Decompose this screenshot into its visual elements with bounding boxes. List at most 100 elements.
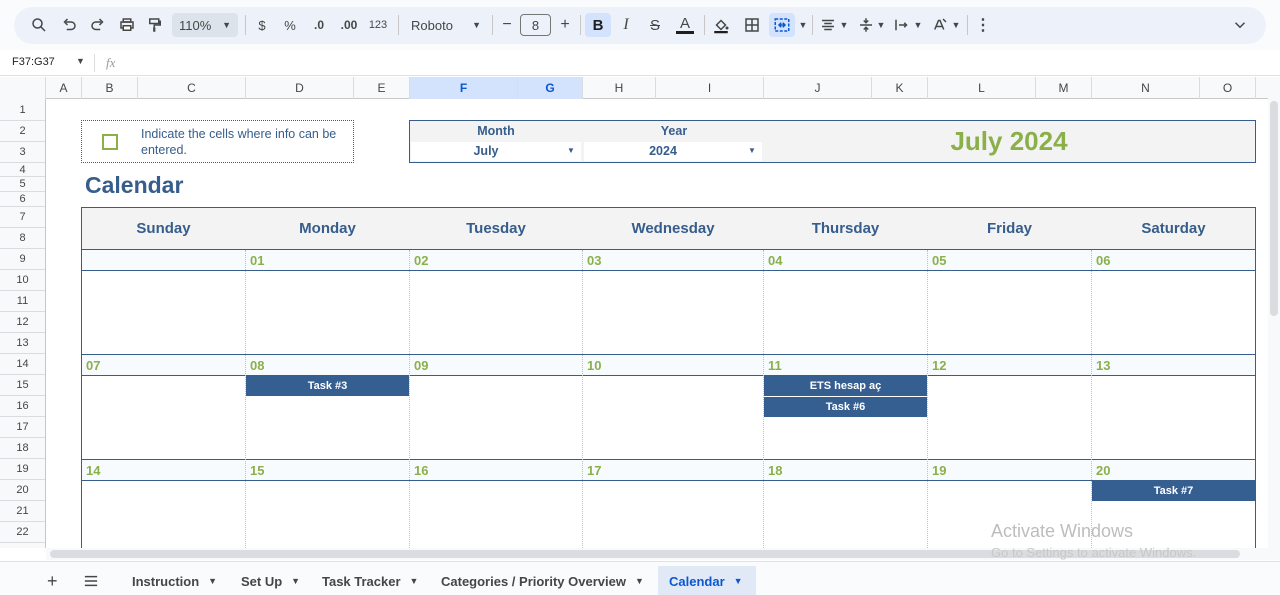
font-name: Roboto [411, 17, 453, 33]
vertical-scroll-thumb[interactable] [1270, 101, 1278, 316]
italic-icon[interactable]: I [615, 13, 637, 37]
column-header[interactable]: L [928, 77, 1036, 99]
sheet-tab-instruction[interactable]: Instruction ▼ [120, 566, 229, 595]
row-header[interactable]: 21 [0, 501, 45, 522]
select-all-corner[interactable] [0, 77, 46, 99]
sheet-tab-label: Categories / Priority Overview [441, 573, 626, 589]
redo-icon[interactable] [87, 13, 109, 37]
year-value: 2024 [649, 144, 677, 158]
row-header[interactable]: 10 [0, 270, 45, 291]
percent-button[interactable]: % [280, 13, 300, 37]
year-dropdown[interactable]: 2024 ▼ [584, 142, 762, 161]
column-header[interactable]: N [1092, 77, 1200, 99]
column-header[interactable]: K [872, 77, 928, 99]
weekday-label: Friday [986, 220, 1032, 237]
column-header[interactable]: J [764, 77, 872, 99]
row-header[interactable]: 17 [0, 417, 45, 438]
column-header[interactable]: E [354, 77, 410, 99]
vertical-scrollbar[interactable] [1268, 77, 1280, 548]
fill-color-icon[interactable] [710, 13, 732, 37]
undo-icon[interactable] [58, 13, 80, 37]
font-size-input[interactable]: 8 [520, 14, 551, 36]
text-color-icon[interactable]: A [673, 13, 697, 37]
minus-icon[interactable]: − [498, 13, 516, 37]
task-bar[interactable]: Task #7 [1092, 481, 1255, 501]
row-header[interactable]: 5 [0, 177, 45, 192]
chevron-down-icon: ▼ [409, 576, 419, 586]
sheet-tab-calendar[interactable]: Calendar ▼ [658, 566, 756, 595]
increase-decimal-button[interactable]: .00 [337, 13, 361, 37]
task-bar[interactable]: Task #3 [246, 376, 409, 396]
row-header[interactable]: 2 [0, 121, 45, 142]
column-header[interactable]: B [82, 77, 138, 99]
row-header[interactable]: 22 [0, 522, 45, 543]
sheet-tab-setup[interactable]: Set Up ▼ [229, 566, 312, 595]
row-header[interactable]: 3 [0, 142, 45, 163]
row-header[interactable]: 6 [0, 192, 45, 207]
print-icon[interactable] [116, 13, 138, 37]
wrap-icon[interactable] [891, 13, 913, 37]
chevron-down-icon: ▼ [222, 20, 231, 30]
paint-format-icon[interactable] [144, 13, 166, 37]
rotate-chevron-icon[interactable]: ▼ [950, 13, 962, 37]
row-header[interactable]: 4 [0, 163, 45, 177]
collapse-icon[interactable] [1229, 13, 1251, 37]
row-header[interactable]: 15 [0, 375, 45, 396]
valign-icon[interactable] [855, 13, 877, 37]
row-header[interactable]: 13 [0, 333, 45, 354]
row-header[interactable]: 18 [0, 438, 45, 459]
column-header-selected[interactable]: F [410, 77, 518, 99]
add-sheet-icon[interactable]: + [47, 566, 65, 595]
name-box-chevron-icon[interactable]: ▼ [76, 56, 85, 66]
task-bar[interactable]: ETS hesap aç [764, 376, 927, 396]
strikethrough-icon[interactable]: S [644, 13, 666, 37]
align-chevron-icon[interactable]: ▼ [838, 13, 850, 37]
day-divider [409, 250, 410, 548]
rotate-icon[interactable] [929, 13, 951, 37]
currency-button[interactable]: $ [252, 13, 272, 37]
row-header[interactable]: 16 [0, 396, 45, 417]
month-dropdown[interactable]: July ▼ [411, 142, 581, 161]
sheet-tab-task-tracker[interactable]: Task Tracker ▼ [310, 566, 430, 595]
formula-input[interactable] [130, 55, 1230, 71]
row-header[interactable]: 19 [0, 459, 45, 480]
number-format-button[interactable]: 123 [367, 13, 389, 37]
task-bar[interactable]: Task #6 [764, 397, 927, 417]
search-icon[interactable] [28, 13, 50, 37]
merge-dropdown-chevron-icon[interactable]: ▼ [797, 13, 809, 37]
column-header-selected[interactable]: G [518, 77, 583, 99]
row-header[interactable]: 8 [0, 228, 45, 249]
wrap-chevron-icon[interactable]: ▼ [912, 13, 924, 37]
column-header[interactable]: C [138, 77, 246, 99]
zoom-select[interactable]: 110% ▼ [172, 13, 238, 37]
row-header[interactable]: 12 [0, 312, 45, 333]
valign-chevron-icon[interactable]: ▼ [875, 13, 887, 37]
row-header[interactable]: 9 [0, 249, 45, 270]
column-header[interactable]: H [583, 77, 656, 99]
merge-cells-icon[interactable] [769, 13, 795, 37]
day-number: 04 [768, 252, 783, 268]
font-select[interactable]: Roboto ▼ [408, 13, 484, 37]
borders-icon[interactable] [741, 13, 763, 37]
row-header[interactable]: 7 [0, 207, 45, 228]
chevron-down-icon: ▼ [208, 576, 218, 586]
bold-icon[interactable]: B [585, 13, 611, 37]
more-icon[interactable]: ⋮ [973, 13, 993, 37]
sheet-tab-categories[interactable]: Categories / Priority Overview ▼ [429, 566, 656, 595]
column-header[interactable]: O [1200, 77, 1256, 99]
row-header[interactable]: 14 [0, 354, 45, 375]
row-header[interactable]: 1 [0, 99, 45, 121]
name-box[interactable]: F37:G37 [12, 56, 55, 68]
row-header[interactable]: 20 [0, 480, 45, 501]
column-header[interactable]: I [656, 77, 764, 99]
row-header[interactable]: 11 [0, 291, 45, 312]
legend-swatch [102, 134, 118, 150]
column-header[interactable]: A [46, 77, 82, 99]
all-sheets-icon[interactable] [84, 566, 100, 595]
day-number: 14 [86, 462, 101, 478]
decrease-decimal-button[interactable]: .0 [307, 13, 331, 37]
plus-icon[interactable]: + [556, 13, 574, 37]
align-icon[interactable] [817, 13, 839, 37]
column-header[interactable]: D [246, 77, 354, 99]
column-header[interactable]: M [1036, 77, 1092, 99]
